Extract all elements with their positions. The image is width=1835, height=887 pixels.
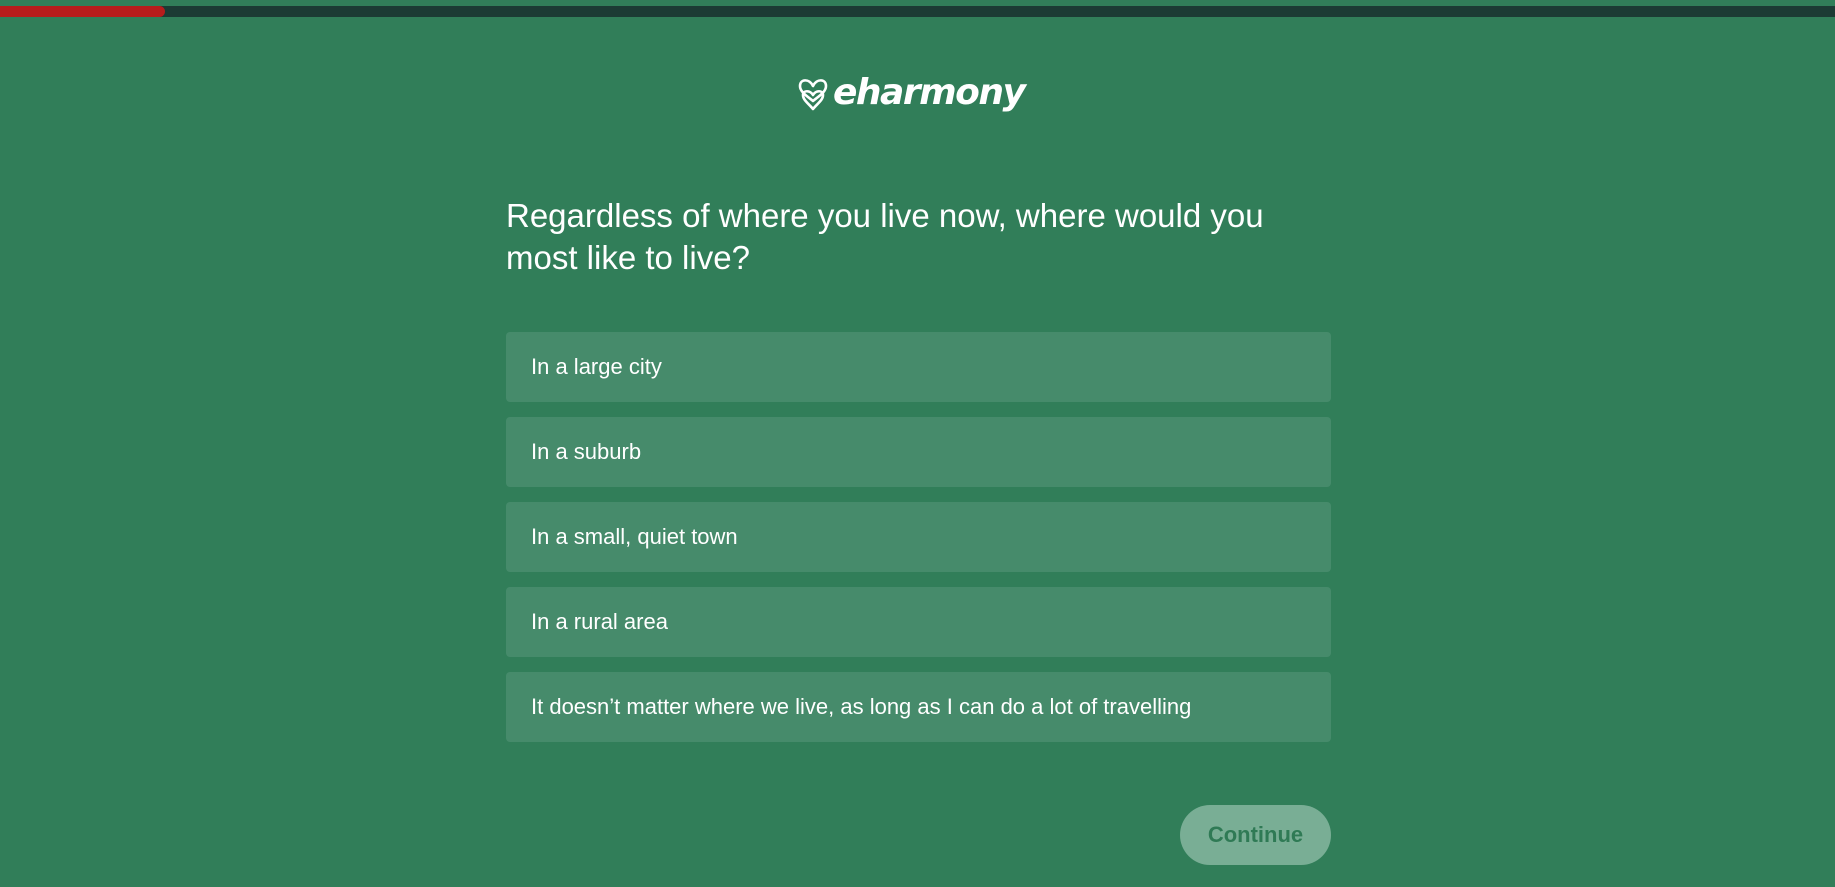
option-small-town[interactable]: In a small, quiet town [506, 502, 1331, 572]
eharmony-logo: eharmony [797, 70, 1026, 116]
answer-options: In a large city In a suburb In a small, … [506, 332, 1331, 757]
brand-name: eharmony [833, 72, 1026, 113]
continue-button[interactable]: Continue [1180, 805, 1331, 865]
option-label: It doesn’t matter where we live, as long… [531, 694, 1192, 719]
option-label: In a small, quiet town [531, 524, 738, 549]
option-large-city[interactable]: In a large city [506, 332, 1331, 402]
option-travelling[interactable]: It doesn’t matter where we live, as long… [506, 672, 1331, 742]
option-suburb[interactable]: In a suburb [506, 417, 1331, 487]
option-label: In a large city [531, 354, 662, 379]
option-label: In a suburb [531, 439, 642, 464]
option-label: In a rural area [531, 609, 668, 634]
option-rural-area[interactable]: In a rural area [506, 587, 1331, 657]
progress-bar [0, 6, 1835, 17]
question-title: Regardless of where you live now, where … [506, 197, 1264, 276]
double-heart-icon [798, 79, 828, 111]
progress-bar-fill [0, 6, 166, 17]
